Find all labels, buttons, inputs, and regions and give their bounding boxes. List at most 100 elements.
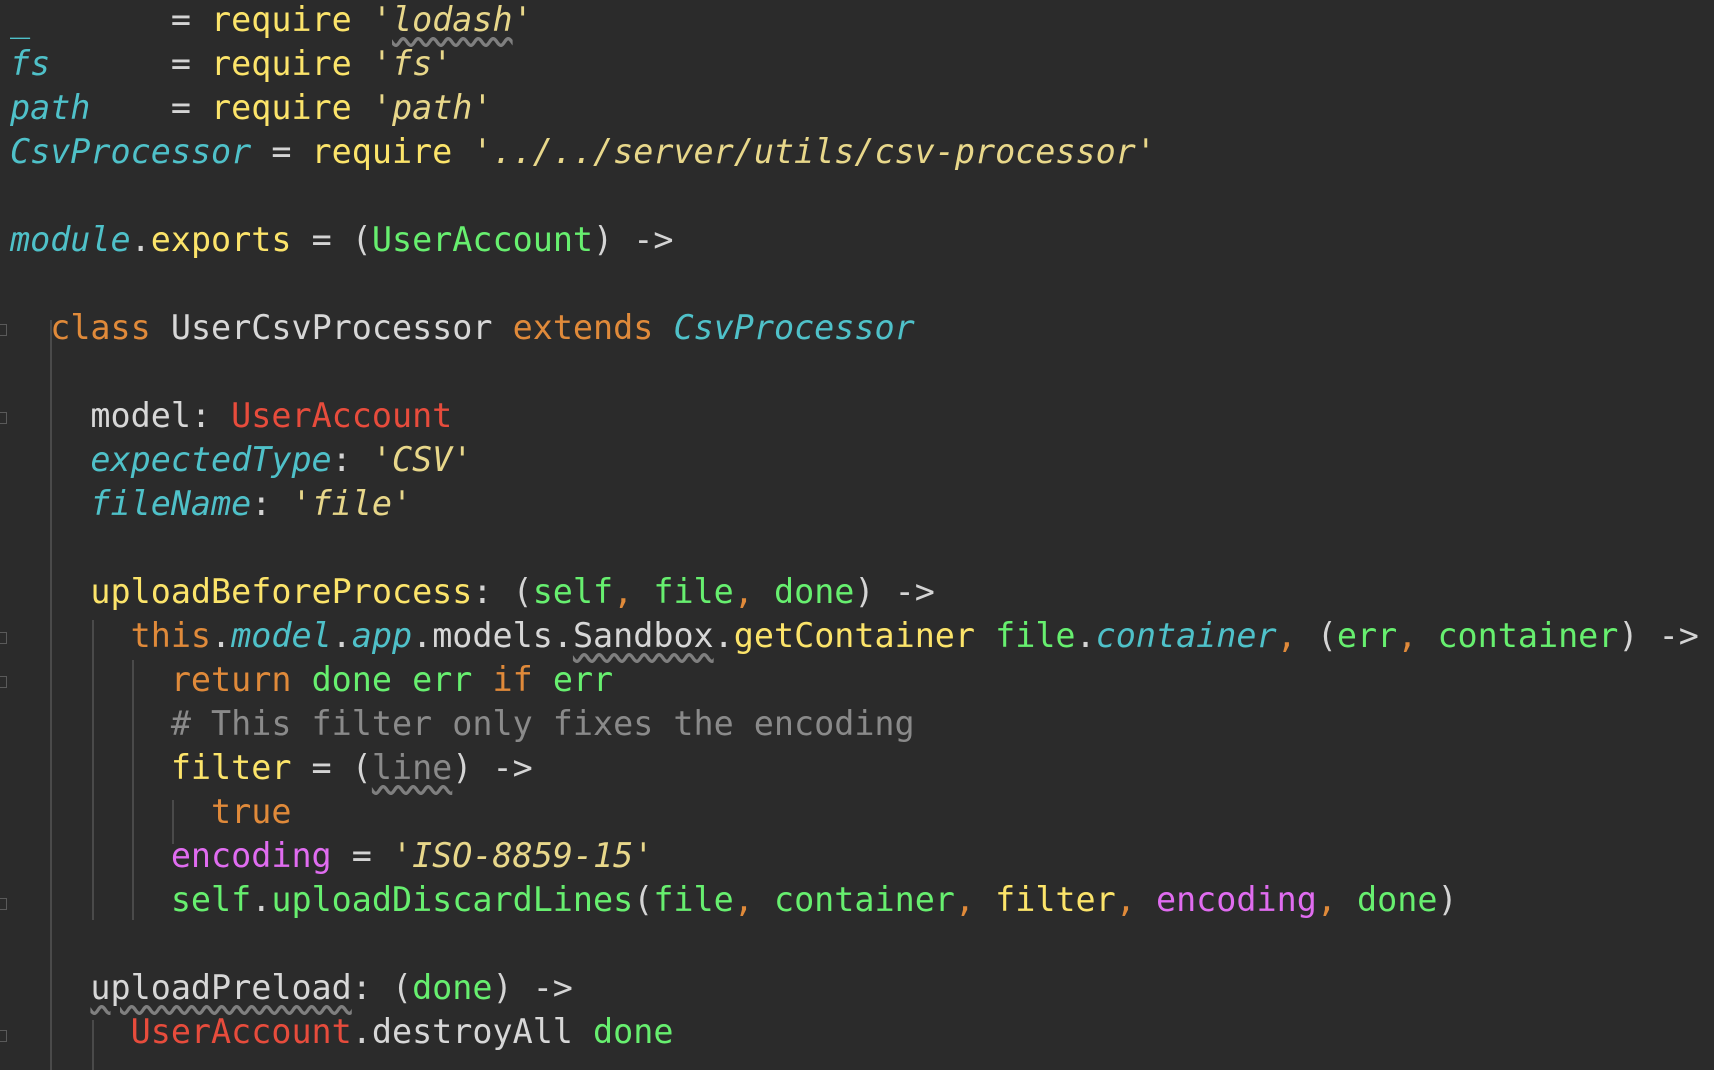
code-token: (: [633, 880, 654, 919]
code-line[interactable]: uploadBeforeProcess: (self, file, done) …: [10, 572, 1699, 616]
code-line[interactable]: filter = (line) ->: [10, 748, 1699, 792]
code-token: extends: [512, 308, 654, 347]
code-token: CsvProcessor: [10, 132, 252, 171]
code-token: done: [1357, 880, 1438, 919]
code-token: (: [1316, 616, 1337, 655]
code-line[interactable]: module.exports = (UserAccount) ->: [10, 220, 1699, 264]
code-line[interactable]: # This filter only fixes the encoding: [10, 704, 1699, 748]
code-token: ,: [733, 572, 774, 611]
fold-marker-model[interactable]: [0, 412, 7, 424]
code-token: self: [532, 572, 614, 611]
code-line[interactable]: uploadPreload: (done) ->: [10, 968, 1699, 1012]
code-line[interactable]: this.model.app.models.Sandbox.getContain…: [10, 616, 1699, 660]
code-token: '../../server/utils/csv-processor': [472, 132, 1156, 171]
code-line[interactable]: [10, 924, 1699, 968]
code-token: .: [251, 880, 272, 919]
code-line[interactable]: encoding = 'ISO-8859-15': [10, 836, 1699, 880]
code-content[interactable]: _ = require 'lodash' fs = require 'fs' pat…: [10, 0, 1699, 1056]
code-token: ,: [1397, 616, 1438, 655]
code-token: ) ->: [452, 748, 533, 787]
code-token: module: [10, 220, 131, 259]
code-token: file: [653, 880, 734, 919]
code-token: exports: [150, 220, 292, 259]
code-token: fileName: [90, 484, 252, 523]
code-line[interactable]: class UserCsvProcessor extends CsvProces…: [10, 308, 1699, 352]
code-token: =: [50, 44, 212, 83]
code-token: ) ->: [1618, 616, 1699, 655]
code-line[interactable]: [10, 176, 1699, 220]
code-token: models: [432, 616, 553, 655]
code-token: =: [90, 88, 212, 127]
code-line[interactable]: CsvProcessor = require '../../server/uti…: [10, 132, 1699, 176]
code-token: .: [130, 220, 151, 259]
code-line[interactable]: expectedType: 'CSV': [10, 440, 1699, 484]
code-token: file: [653, 572, 734, 611]
fold-marker-upload[interactable]: [0, 898, 7, 910]
code-token: =: [30, 0, 212, 39]
code-token: require: [311, 132, 453, 171]
code-line[interactable]: _ = require 'lodash': [10, 0, 1699, 44]
code-editor[interactable]: _ = require 'lodash' fs = require 'fs' pat…: [0, 0, 1714, 1070]
code-token: .: [552, 616, 573, 655]
code-token: ,: [1316, 880, 1358, 919]
code-line[interactable]: UserAccount.destroyAll done: [10, 1012, 1699, 1056]
code-token: file: [995, 616, 1076, 655]
code-token: require: [211, 44, 352, 83]
code-token: done: [311, 660, 392, 699]
code-token: : (: [472, 572, 533, 611]
code-token: fs: [10, 44, 51, 83]
code-token: 'CSV': [371, 440, 473, 479]
code-token: CsvProcessor: [673, 308, 915, 347]
code-line[interactable]: return done err if err: [10, 660, 1699, 704]
code-token: require: [211, 88, 352, 127]
code-line[interactable]: fs = require 'fs': [10, 44, 1699, 88]
code-token: err: [412, 660, 473, 699]
code-token: filter: [995, 880, 1116, 919]
code-token: 'ISO-8859-15': [391, 836, 654, 875]
code-token: destroyAll: [371, 1012, 573, 1051]
fold-marker-return[interactable]: [0, 676, 7, 688]
code-line[interactable]: [10, 352, 1699, 396]
code-token: return: [170, 660, 292, 699]
code-line[interactable]: [10, 264, 1699, 308]
code-token: if: [492, 660, 533, 699]
code-line[interactable]: self.uploadDiscardLines(file, container,…: [10, 880, 1699, 924]
code-line[interactable]: model: UserAccount: [10, 396, 1699, 440]
fold-marker-preload[interactable]: [0, 1030, 7, 1042]
code-token: ': [371, 0, 392, 39]
code-line[interactable]: true: [10, 792, 1699, 836]
code-token: getContainer: [733, 616, 976, 655]
code-line[interactable]: [10, 528, 1699, 572]
code-token: class: [50, 308, 151, 347]
code-token: model: [90, 396, 191, 435]
code-token: _: [10, 0, 31, 39]
code-token: container: [1437, 616, 1619, 655]
code-token: =: [251, 132, 312, 171]
code-line[interactable]: path = require 'path': [10, 88, 1699, 132]
code-token: = (: [291, 748, 372, 787]
code-token: .: [211, 616, 232, 655]
fold-marker-class[interactable]: [0, 324, 7, 336]
code-token: line: [371, 748, 453, 787]
code-token: this: [130, 616, 212, 655]
code-token: err: [1336, 616, 1398, 655]
code-token: ,: [954, 880, 996, 919]
fold-marker-callback[interactable]: [0, 632, 7, 644]
code-line[interactable]: fileName: 'file': [10, 484, 1699, 528]
code-token: ': [512, 0, 533, 39]
code-token: err: [552, 660, 614, 699]
code-token: ,: [1276, 616, 1317, 655]
